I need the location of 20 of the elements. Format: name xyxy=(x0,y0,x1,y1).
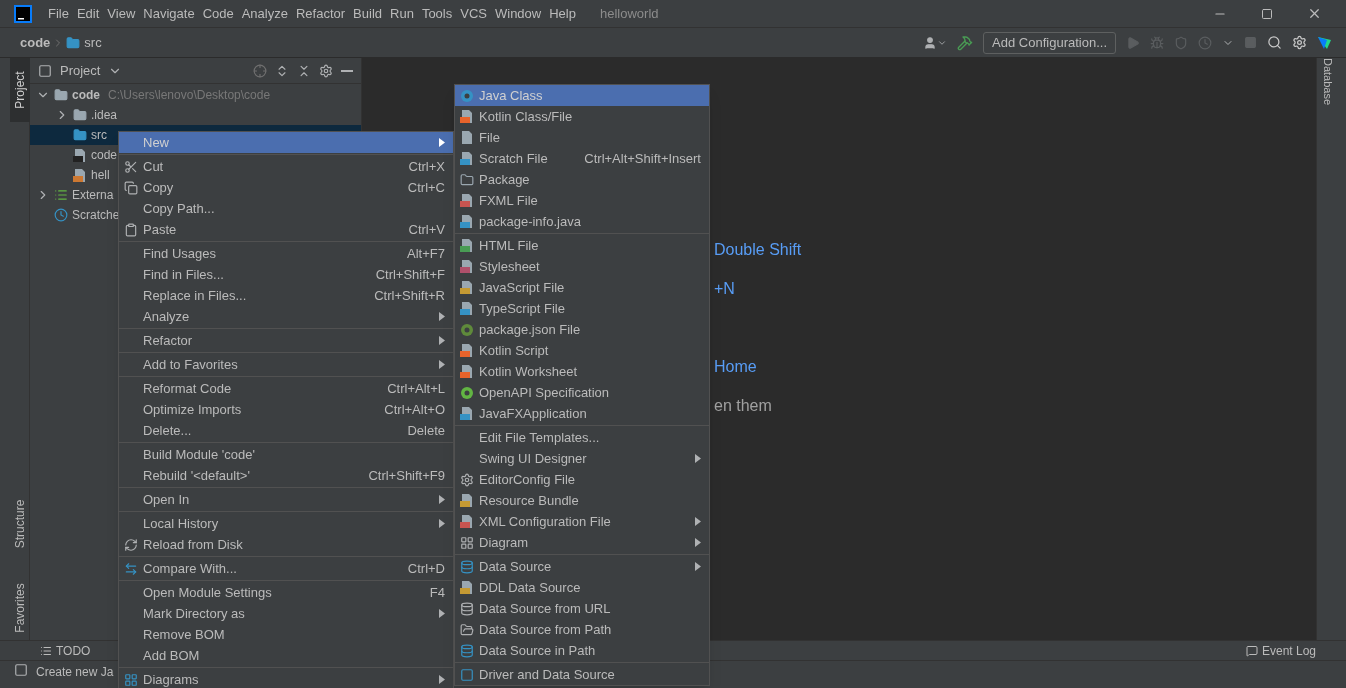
shortcut-hint: Home xyxy=(714,357,757,377)
shortcut-label: Ctrl+Alt+Shift+Insert xyxy=(584,149,701,168)
shortcut-label: Ctrl+X xyxy=(408,157,445,176)
shortcut-label: Delete xyxy=(407,421,445,440)
shortcut-hint: Double Shift xyxy=(714,240,802,260)
shortcut-label: F4 xyxy=(429,583,445,602)
path-label: C:\Users\lenovo\Desktop\code xyxy=(108,87,271,104)
shortcut-label: Ctrl+D xyxy=(407,559,445,578)
shortcut-label: Ctrl+C xyxy=(407,178,445,197)
shortcut-hint: +N xyxy=(714,279,735,299)
shortcut-label: Alt+F7 xyxy=(407,244,445,263)
shortcut-label: Ctrl+Shift+F xyxy=(375,265,445,284)
window-title: helloworld xyxy=(599,4,659,23)
shortcut-label: Ctrl+V xyxy=(408,220,445,239)
shortcut-label: Ctrl+Shift+R xyxy=(374,286,445,305)
status-message: Create new Ja xyxy=(36,664,114,681)
hint-text: en them xyxy=(714,396,772,416)
shortcut-label: Ctrl+Shift+F9 xyxy=(368,466,445,485)
shortcut-label: Ctrl+Alt+L xyxy=(387,379,445,398)
shortcut-label: Ctrl+Alt+O xyxy=(384,400,445,419)
